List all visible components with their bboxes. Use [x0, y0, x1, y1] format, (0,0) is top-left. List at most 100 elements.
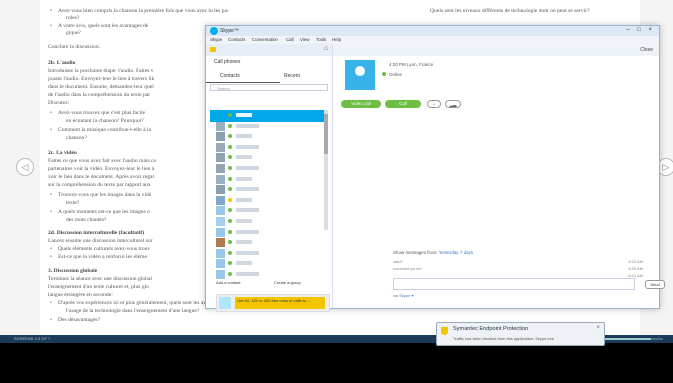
contact-avatar: [345, 60, 375, 90]
add-participant-icon[interactable]: +: [427, 100, 441, 108]
close-conversation-button[interactable]: Close: [640, 47, 653, 53]
presence-icon: [228, 144, 232, 149]
phone-promo-icon: [219, 297, 231, 309]
doc-line: roles?: [66, 15, 80, 21]
doc-line: Introduisez la prochaine étape: l'audio.…: [48, 68, 154, 74]
history-7days-link[interactable]: 7 days: [460, 250, 473, 255]
security-notification[interactable]: Symantec Endpoint Protection Traffic has…: [436, 322, 605, 346]
doc-line: Est-ce que la vidéo a renforcé les éléme: [48, 254, 147, 261]
doc-line: texte?: [66, 200, 80, 206]
contact-name: [236, 123, 259, 128]
presence-icon: [228, 197, 232, 202]
skype-window: Skype™ – □ × Skype Contacts Conversation…: [205, 25, 665, 312]
skype-logo-icon: [210, 27, 218, 35]
avatar: [216, 153, 225, 163]
doc-line: Quels éléments culturels avez-vous trouv: [48, 246, 150, 253]
doc-line: gique?: [66, 30, 81, 36]
contact-name: [236, 113, 252, 117]
doc-line: Trouvez-vous que les images dans la vidé: [48, 192, 151, 199]
presence-icon: [228, 240, 232, 245]
menu-call[interactable]: Call: [286, 37, 294, 42]
doc-line: D'après vos expériences ici et plus géné…: [48, 300, 230, 307]
doc-line: Avez-vous trouvez que c'est plus facile: [48, 110, 145, 117]
avatar: [216, 142, 225, 152]
history-yesterday-link[interactable]: Yesterday: [439, 250, 459, 255]
menu-tools[interactable]: Tools: [316, 37, 326, 42]
menu-help[interactable]: Help: [332, 37, 341, 42]
avatar: [216, 111, 225, 120]
conversation-panel: Close 4:20 PM Lyon, France Online Video …: [333, 44, 665, 308]
promo-banner[interactable]: Get 60, 120 or 400 free mins of calls to…: [216, 294, 330, 312]
shield-icon: [441, 327, 448, 335]
contact-name: [236, 197, 252, 202]
avatar: [216, 206, 225, 216]
menu-conversation[interactable]: Conversation: [252, 37, 278, 42]
send-via-selector[interactable]: via Skype ▾: [393, 293, 413, 298]
contact-name: [236, 219, 252, 223]
presence-icon: [228, 113, 232, 117]
screens-label: SCREENS 2-3 OF 7: [14, 336, 51, 341]
home-icon[interactable]: ⌂: [324, 45, 328, 52]
search-input[interactable]: Search: [210, 84, 328, 91]
contacts-panel: ⌂ Call phones Contacts Recent Search Add…: [206, 44, 333, 312]
status-away-icon[interactable]: [210, 47, 216, 52]
tab-contacts[interactable]: Contacts: [206, 70, 280, 83]
contact-name: [236, 240, 252, 245]
avatar: [216, 174, 225, 184]
send-button[interactable]: Send: [645, 280, 665, 289]
doc-line: sur la compréhension du texte par rappor…: [48, 182, 151, 188]
contact-name: [236, 134, 252, 139]
profile-bar[interactable]: ⌂: [206, 44, 332, 56]
message-input[interactable]: [393, 278, 635, 290]
add-contact-button[interactable]: Add a contact: [216, 280, 240, 285]
presence-icon: [228, 176, 232, 181]
contact-tabs: Contacts Recent: [206, 70, 332, 83]
contact-name: [236, 155, 252, 160]
contact-name: [236, 229, 259, 234]
doc-line: A votre avis, quels sont les avantages/d…: [48, 23, 148, 30]
doc-line: 2d. Discussion interculturelle (facultat…: [48, 230, 145, 236]
contacts-scrollbar[interactable]: [324, 110, 328, 230]
doc-line: partenaires voir la vidéo. Envoyez-leur …: [48, 166, 155, 172]
presence-icon: [228, 187, 232, 192]
contact-name: [236, 272, 259, 276]
video-call-button[interactable]: Video call: [341, 100, 381, 108]
chat-message: comment ça va? 8:20 AM: [393, 266, 643, 271]
promo-text: Get 60, 120 or 400 free mins of calls to…: [235, 297, 325, 309]
create-group-button[interactable]: Create a group: [274, 280, 301, 285]
message-text: comment ça va?: [393, 266, 423, 271]
previous-page-arrow-icon[interactable]: ◁: [16, 158, 34, 176]
window-controls[interactable]: – □ ×: [626, 27, 655, 33]
contact-name: [236, 187, 259, 192]
menu-bar: Skype Contacts Conversation Call View To…: [206, 36, 659, 44]
call-button[interactable]: Call: [385, 100, 421, 108]
call-phones-button[interactable]: Call phones: [214, 59, 240, 65]
history-selector: Show messages from: Yesterday 7 days: [393, 250, 473, 255]
skype-titlebar[interactable]: Skype™ – □ ×: [206, 26, 659, 36]
doc-line: A quels moments est-ce que les images o: [48, 209, 150, 216]
doc-line: Discutez:: [48, 100, 70, 106]
avatar: [216, 227, 225, 237]
presence-icon: [228, 250, 232, 255]
presence-icon: [228, 123, 232, 128]
signal-quality-icon[interactable]: ▂▃: [445, 100, 461, 108]
doc-line: de l'audio dans la compréhension du text…: [48, 92, 151, 98]
presence-icon: [228, 219, 232, 223]
close-icon[interactable]: ×: [596, 325, 600, 331]
doc-right-column-text: Quels sont les niveaux différents de tec…: [430, 8, 590, 14]
menu-contacts[interactable]: Contacts: [228, 37, 245, 42]
doc-line: Comment la musique contribue-t-elle à la: [48, 127, 151, 134]
presence-icon: [228, 134, 232, 139]
contact-name: [236, 208, 259, 213]
avatar: [216, 238, 225, 248]
menu-skype[interactable]: Skype: [210, 37, 222, 42]
doc-line: langue étrangère en seconde:: [48, 292, 113, 298]
doc-line: Des désavantages?: [48, 317, 100, 324]
doc-line: voir le lien dans le document. Après avo…: [48, 174, 155, 180]
doc-line: 2c. La vidéo: [48, 150, 77, 156]
menu-view[interactable]: View: [300, 37, 309, 42]
avatar: [216, 217, 225, 226]
avatar: [216, 164, 225, 173]
presence-icon: [228, 261, 232, 266]
contact-name: [236, 250, 259, 255]
